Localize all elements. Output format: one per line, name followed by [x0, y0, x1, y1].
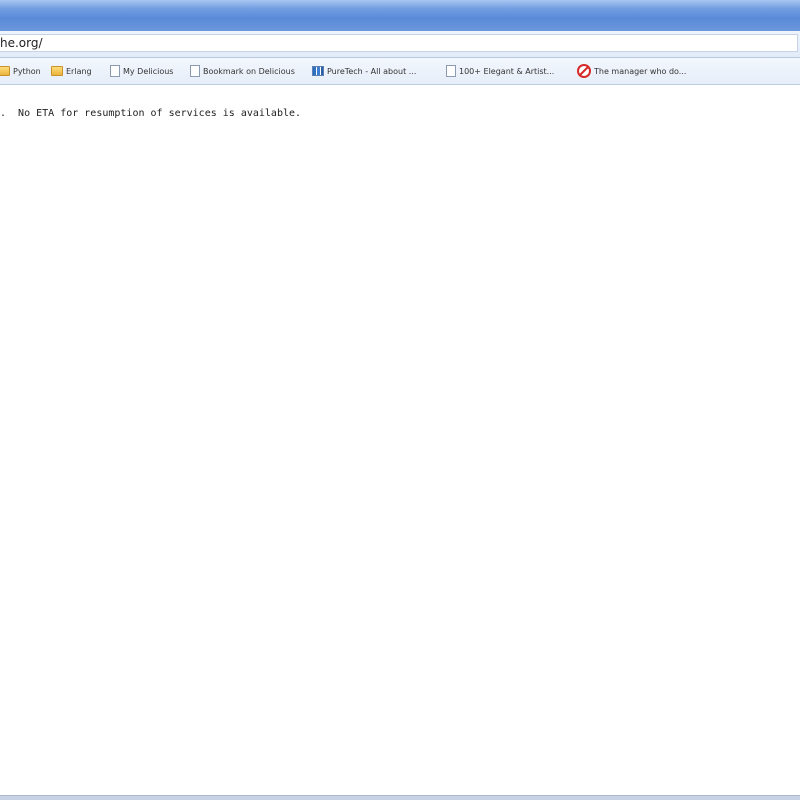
- bookmark-bookmark-on-delicious[interactable]: Bookmark on Delicious: [190, 63, 295, 79]
- bookmark-python[interactable]: Python: [0, 63, 41, 79]
- folder-icon: [51, 66, 63, 76]
- bookmark-label: Bookmark on Delicious: [203, 66, 295, 76]
- navigation-toolbar: he.org/: [0, 31, 800, 58]
- status-bar: [0, 795, 800, 800]
- page-content: . No ETA for resumption of services is a…: [0, 85, 800, 795]
- bookmark-label: PureTech - All about ...: [327, 66, 417, 76]
- page-icon: [446, 65, 456, 77]
- bookmark-label: My Delicious: [123, 66, 174, 76]
- address-url: he.org/: [0, 36, 43, 50]
- bookmark-my-delicious[interactable]: My Delicious: [110, 63, 173, 79]
- browser-window: he.org/ Python Erlang My Delicious Bookm…: [0, 0, 800, 800]
- service-unavailable-message: . No ETA for resumption of services is a…: [0, 108, 302, 119]
- red-circle-icon: [577, 64, 591, 78]
- bookmark-elegant-artist[interactable]: 100+ Elegant & Artist...: [446, 63, 554, 79]
- bookmark-the-manager[interactable]: The manager who do...: [577, 63, 686, 79]
- bookmark-label: Python: [13, 66, 41, 76]
- chart-icon: [312, 66, 324, 76]
- bookmark-label: The manager who do...: [594, 66, 687, 76]
- bookmark-label: Erlang: [66, 66, 92, 76]
- bookmarks-bar: Python Erlang My Delicious Bookmark on D…: [0, 58, 800, 85]
- bookmark-puretech[interactable]: PureTech - All about ...: [312, 63, 416, 79]
- page-icon: [110, 65, 120, 77]
- address-bar[interactable]: he.org/: [0, 34, 798, 52]
- window-titlebar[interactable]: [0, 0, 800, 31]
- bookmark-label: 100+ Elegant & Artist...: [459, 66, 555, 76]
- folder-icon: [0, 66, 10, 76]
- page-icon: [190, 65, 200, 77]
- bookmark-erlang[interactable]: Erlang: [51, 63, 92, 79]
